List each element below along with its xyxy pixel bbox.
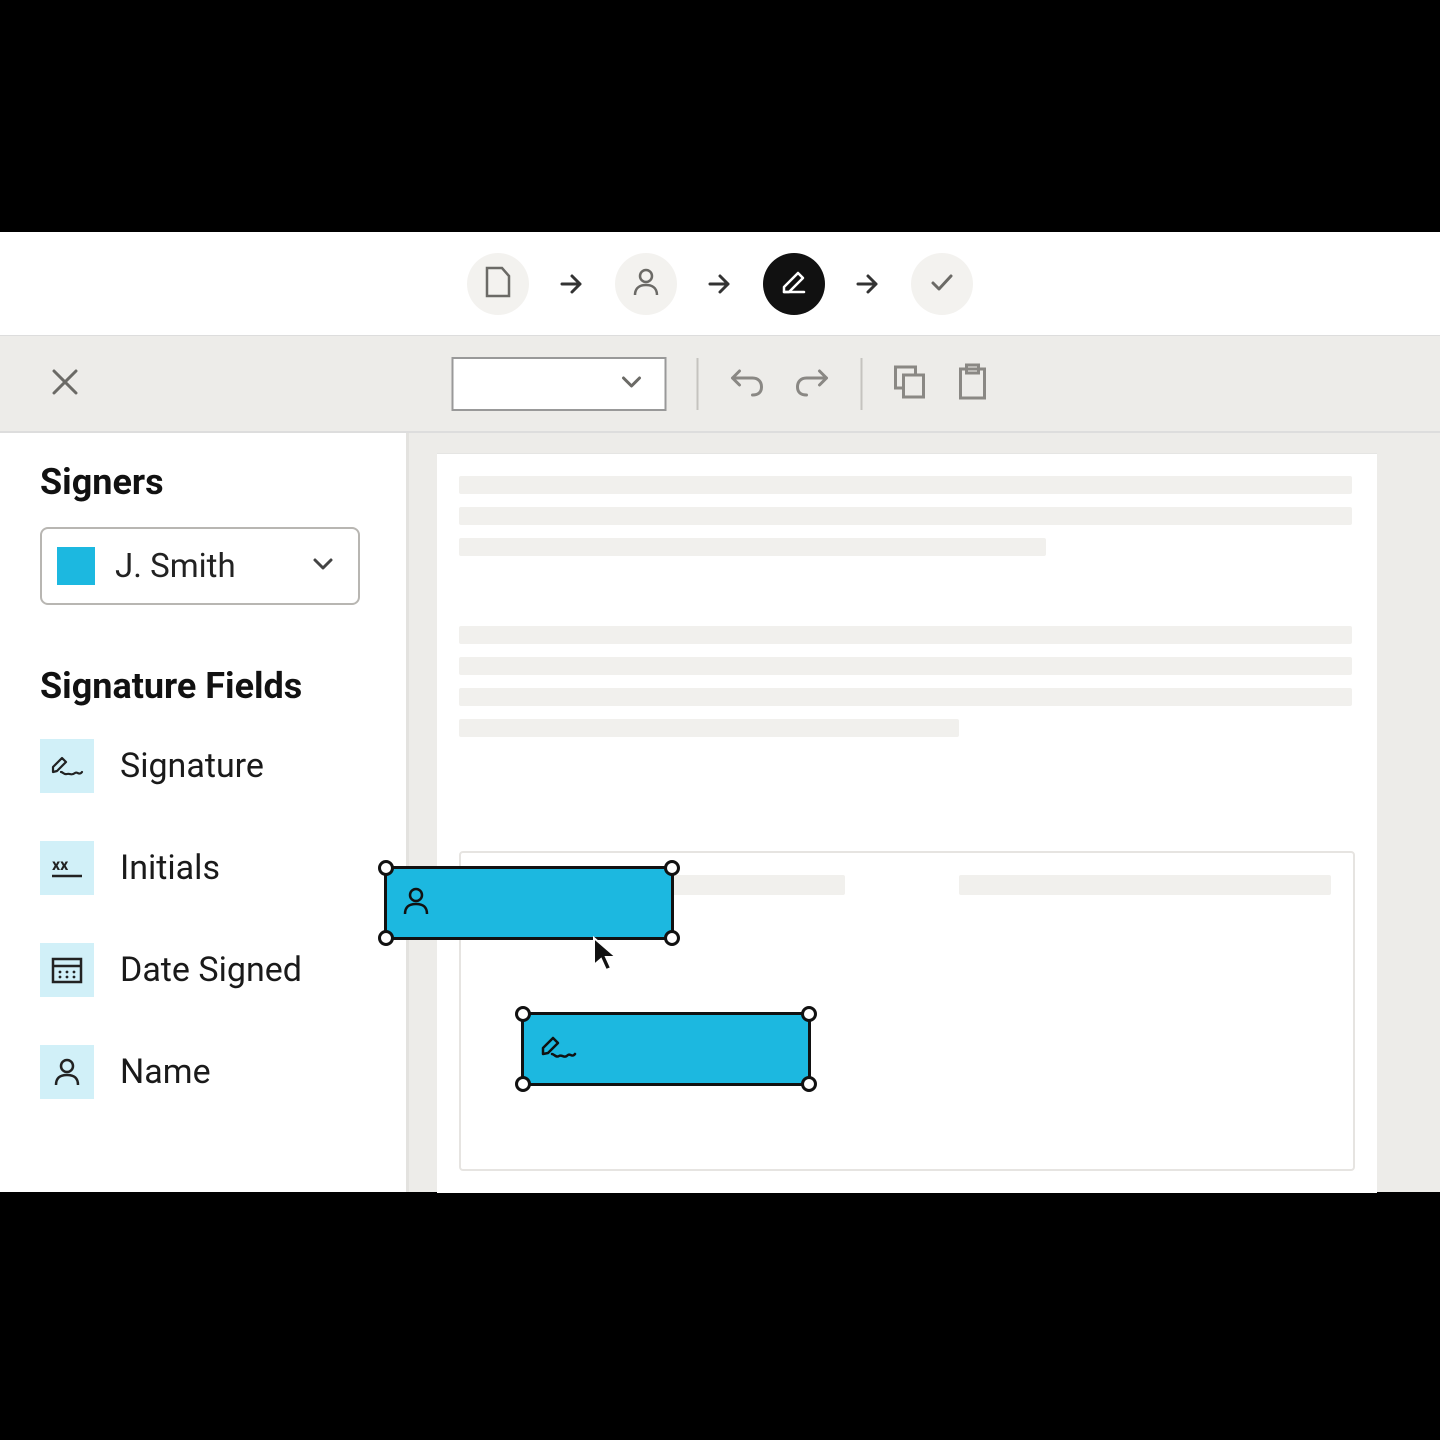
svg-text:xx: xx: [52, 855, 69, 874]
text-placeholder: [459, 626, 1352, 644]
initials-icon: xx: [40, 841, 94, 895]
close-icon: [48, 365, 82, 403]
arrow-right-icon: [705, 269, 735, 299]
chevron-down-icon: [619, 369, 645, 399]
fields-title: Signature Fields: [40, 665, 366, 707]
undo-button[interactable]: [729, 366, 765, 402]
field-signature[interactable]: Signature: [40, 739, 366, 793]
resize-handle[interactable]: [378, 930, 394, 946]
text-placeholder: [459, 538, 1046, 556]
copy-icon: [893, 364, 927, 404]
step-signer[interactable]: [615, 253, 677, 315]
field-name[interactable]: Name: [40, 1045, 366, 1099]
separator: [697, 358, 699, 410]
step-nav: [0, 232, 1440, 335]
field-date-signed[interactable]: Date Signed: [40, 943, 366, 997]
placed-field-signature[interactable]: [521, 1012, 811, 1086]
resize-handle[interactable]: [664, 860, 680, 876]
signer-color-swatch: [57, 547, 95, 585]
canvas[interactable]: [409, 433, 1440, 1192]
resize-handle[interactable]: [801, 1006, 817, 1022]
text-placeholder: [959, 875, 1331, 895]
text-placeholder: [459, 507, 1352, 525]
field-label: Name: [120, 1052, 211, 1092]
signers-title: Signers: [40, 461, 366, 503]
arrow-right-icon: [557, 269, 587, 299]
step-document[interactable]: [467, 253, 529, 315]
signature-icon: [538, 1032, 578, 1066]
step-confirm[interactable]: [911, 253, 973, 315]
paste-button[interactable]: [957, 363, 989, 405]
resize-handle[interactable]: [801, 1076, 817, 1092]
text-placeholder: [459, 688, 1352, 706]
person-icon: [632, 267, 660, 301]
document[interactable]: [437, 453, 1377, 1193]
undo-icon: [729, 366, 765, 402]
separator: [861, 358, 863, 410]
redo-button[interactable]: [795, 366, 831, 402]
clipboard-icon: [957, 363, 989, 405]
field-label: Signature: [120, 746, 264, 786]
cursor-icon: [591, 935, 621, 979]
sidebar: Signers J. Smith Signature Fields: [0, 433, 409, 1192]
document-icon: [485, 266, 511, 302]
text-placeholder: [459, 476, 1352, 494]
signer-select[interactable]: J. Smith: [40, 527, 360, 605]
toolbar: [0, 335, 1440, 433]
edit-icon: [780, 268, 808, 300]
text-placeholder: [459, 657, 1352, 675]
copy-button[interactable]: [893, 364, 927, 404]
chevron-down-icon: [310, 551, 336, 581]
placed-field-name[interactable]: [384, 866, 674, 940]
close-button[interactable]: [48, 365, 82, 403]
field-initials[interactable]: xx Initials: [40, 841, 366, 895]
field-label: Initials: [120, 848, 220, 888]
person-icon: [40, 1045, 94, 1099]
signature-icon: [40, 739, 94, 793]
resize-handle[interactable]: [515, 1006, 531, 1022]
app-frame: Signers J. Smith Signature Fields: [0, 232, 1440, 1192]
arrow-right-icon: [853, 269, 883, 299]
signer-name: J. Smith: [115, 547, 290, 586]
resize-handle[interactable]: [664, 930, 680, 946]
redo-icon: [795, 366, 831, 402]
calendar-icon: [40, 943, 94, 997]
step-edit[interactable]: [763, 253, 825, 315]
text-placeholder: [459, 719, 959, 737]
field-label: Date Signed: [120, 950, 302, 990]
check-icon: [928, 268, 956, 300]
main: Signers J. Smith Signature Fields: [0, 433, 1440, 1192]
person-icon: [401, 885, 431, 921]
toolbar-select[interactable]: [452, 357, 667, 411]
resize-handle[interactable]: [515, 1076, 531, 1092]
field-list: Signature xx Initials: [40, 739, 366, 1099]
resize-handle[interactable]: [378, 860, 394, 876]
